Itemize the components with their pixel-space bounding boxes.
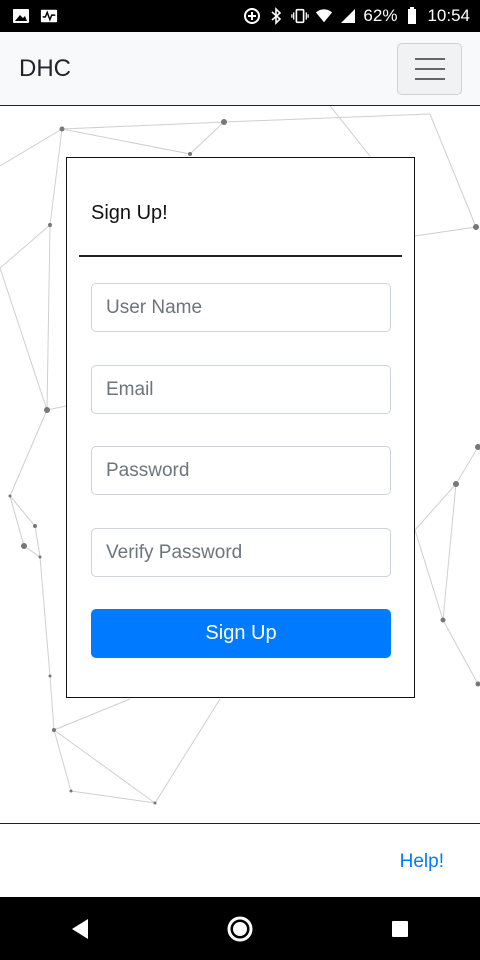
vibrate-icon — [291, 7, 310, 25]
page-footer: Help! — [0, 823, 480, 897]
hamburger-icon — [414, 58, 445, 60]
home-icon — [227, 916, 253, 941]
image-icon — [12, 7, 30, 25]
app-navbar: DHC — [0, 32, 480, 106]
signup-button[interactable]: Sign Up — [91, 609, 391, 658]
hamburger-icon — [414, 68, 445, 70]
navbar-toggler-button[interactable] — [397, 43, 462, 95]
signup-card: Sign Up! Sign Up — [66, 157, 415, 698]
brand-logo-text[interactable]: DHC — [19, 55, 71, 83]
wifi-icon — [315, 7, 333, 25]
android-nav-bar — [0, 897, 480, 960]
home-button[interactable] — [220, 909, 260, 949]
email-input[interactable] — [91, 365, 391, 414]
activity-icon — [40, 7, 58, 25]
hamburger-icon — [414, 78, 445, 80]
clock: 10:54 — [427, 6, 470, 25]
recents-icon — [392, 920, 408, 937]
status-bar: 62% 10:54 — [0, 0, 480, 32]
battery-level: 62% — [363, 6, 398, 25]
back-button[interactable] — [60, 909, 100, 949]
back-icon — [72, 918, 88, 939]
recents-button[interactable] — [380, 909, 420, 949]
title-divider — [79, 255, 402, 257]
help-link[interactable]: Help! — [400, 851, 444, 873]
verify-password-input[interactable] — [91, 528, 391, 577]
password-input[interactable] — [91, 446, 391, 495]
username-input[interactable] — [91, 283, 391, 332]
signup-title: Sign Up! — [91, 202, 168, 224]
signal-icon — [339, 7, 357, 25]
battery-icon — [403, 7, 421, 25]
bluetooth-icon — [267, 7, 285, 25]
data-saver-icon — [243, 7, 261, 25]
